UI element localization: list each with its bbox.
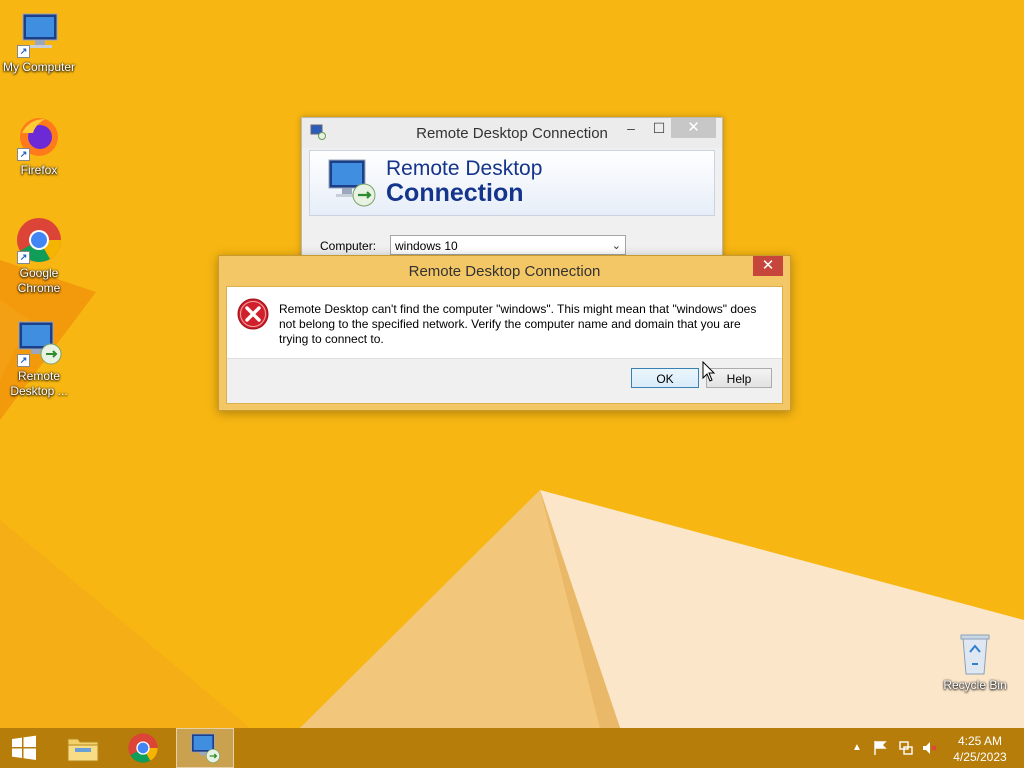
- close-button[interactable]: ✕: [671, 118, 716, 138]
- action-center-flag-icon[interactable]: [872, 740, 888, 759]
- computer-icon: ↗: [15, 10, 63, 58]
- computer-select-value: windows 10: [395, 239, 458, 253]
- volume-muted-icon[interactable]: [922, 740, 938, 759]
- rdc-titlebar[interactable]: Remote Desktop Connection – ☐ ✕: [302, 118, 722, 148]
- chrome-icon: [128, 733, 158, 763]
- error-icon: [237, 298, 269, 335]
- desktop-icon-chrome[interactable]: ↗ Google Chrome: [1, 216, 77, 296]
- start-icon: [12, 735, 36, 760]
- error-dialog-title: Remote Desktop Connection: [408, 263, 601, 280]
- remote-desktop-icon: [326, 157, 378, 214]
- computer-select[interactable]: windows 10 ⌄: [390, 235, 626, 255]
- remote-desktop-icon: ↗: [15, 319, 63, 367]
- rdc-window[interactable]: Remote Desktop Connection – ☐ ✕ Remote D…: [301, 117, 723, 269]
- computer-label: Computer:: [320, 239, 377, 253]
- recycle-bin-icon: [951, 632, 999, 676]
- chrome-icon: ↗: [15, 216, 63, 264]
- desktop-icon-label: Firefox: [20, 163, 58, 177]
- desktop-icon-recycle-bin[interactable]: Recycle Bin: [937, 632, 1013, 692]
- network-icon[interactable]: [898, 740, 914, 759]
- clock-time: 4:25 AM: [957, 734, 1003, 748]
- desktop-icon-label: Remote Desktop ...: [10, 369, 68, 398]
- chevron-down-icon[interactable]: ⌄: [612, 236, 621, 256]
- file-explorer-icon: [67, 738, 99, 762]
- desktop-icon-remote-desktop[interactable]: ↗ Remote Desktop ...: [1, 319, 77, 399]
- taskbar-chrome[interactable]: [114, 728, 172, 768]
- rdc-banner-title-line1: Remote Desktop: [386, 157, 543, 180]
- error-dialog-body: Remote Desktop can't find the computer "…: [226, 286, 783, 404]
- taskbar: ▲ 4:25 AM 4/25/2023: [0, 728, 1024, 768]
- taskbar-file-explorer[interactable]: [54, 728, 112, 768]
- clock-date: 4/25/2023: [953, 750, 1007, 764]
- desktop-icon-label: Google Chrome: [17, 266, 61, 295]
- rdc-banner: Remote Desktop Connection: [309, 150, 715, 216]
- taskbar-remote-desktop[interactable]: [176, 728, 234, 768]
- error-dialog-close-button[interactable]: ✕: [753, 256, 783, 276]
- desktop-icon-firefox[interactable]: ↗ Firefox: [1, 113, 77, 178]
- desktop-icon-label: My Computer: [2, 60, 76, 74]
- desktop-icon-my-computer[interactable]: ↗ My Computer: [1, 10, 77, 75]
- error-message: Remote Desktop can't find the computer "…: [279, 302, 757, 346]
- rdc-banner-title-line2: Connection: [386, 179, 524, 207]
- remote-desktop-icon: [191, 733, 220, 763]
- firefox-icon: ↗: [15, 113, 63, 161]
- minimize-button[interactable]: –: [618, 118, 644, 138]
- error-dialog[interactable]: Remote Desktop Connection ✕ Remote Deskt…: [218, 255, 791, 411]
- taskbar-clock[interactable]: 4:25 AM 4/25/2023: [944, 733, 1016, 765]
- start-button[interactable]: [0, 728, 48, 768]
- recycle-bin-label: Recycle Bin: [943, 678, 1007, 692]
- maximize-button[interactable]: ☐: [646, 118, 672, 138]
- ok-button[interactable]: OK: [631, 368, 699, 388]
- error-dialog-footer: OK Help: [227, 358, 782, 403]
- show-hidden-icons-chevron-up-icon[interactable]: ▲: [852, 742, 862, 753]
- mouse-cursor-icon: [702, 361, 716, 382]
